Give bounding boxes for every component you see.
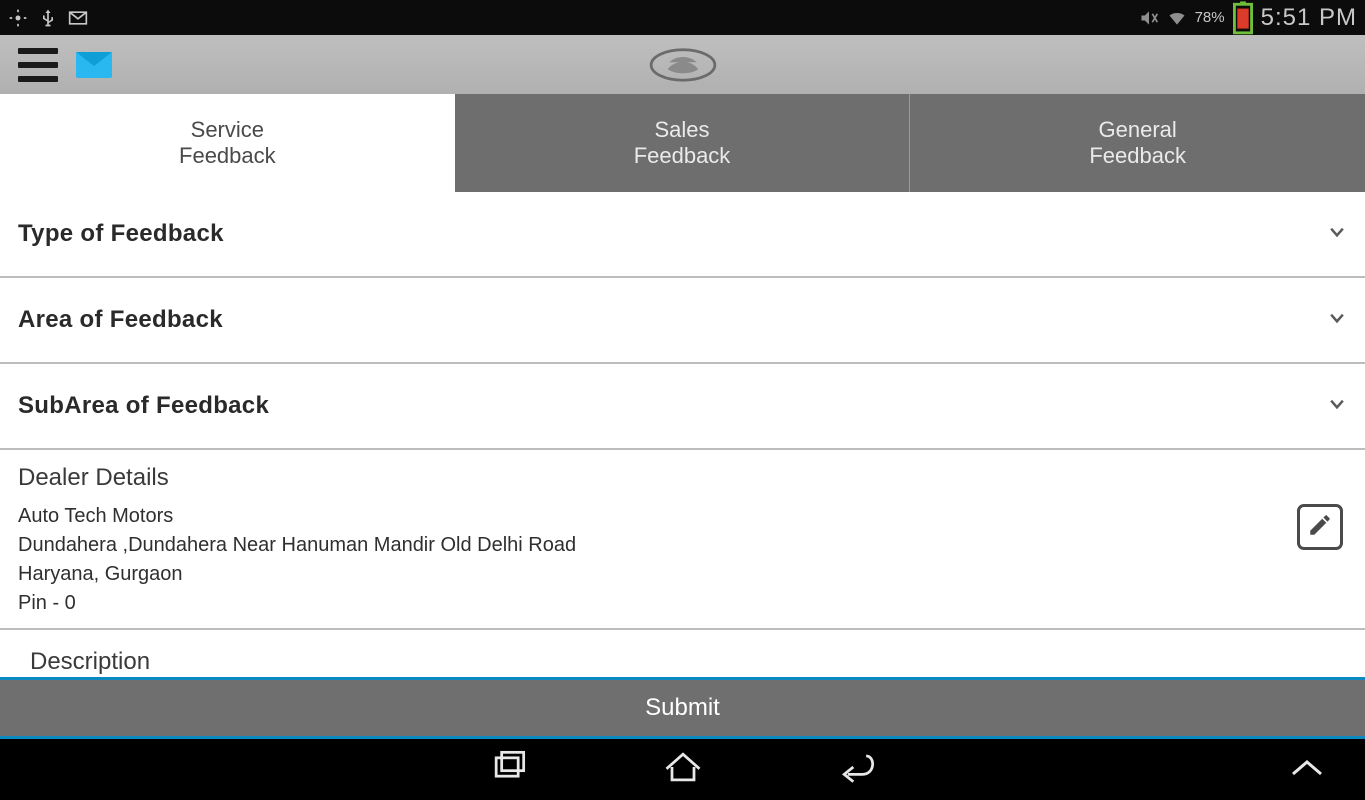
- status-left: [8, 8, 88, 28]
- feedback-tabs: Service Feedback Sales Feedback General …: [0, 94, 1365, 192]
- tab-label: General Feedback: [1089, 117, 1186, 170]
- back-button[interactable]: [835, 745, 879, 794]
- battery-icon: [1233, 8, 1253, 28]
- submit-label: Submit: [645, 694, 720, 722]
- pencil-icon: [1307, 512, 1333, 543]
- dealer-city-state: Haryana, Gurgaon: [18, 560, 1347, 589]
- dealer-details: Dealer Details Auto Tech Motors Dundaher…: [0, 450, 1365, 630]
- mail-status-icon: [68, 8, 88, 28]
- mute-icon: [1139, 8, 1159, 28]
- dealer-pin: Pin - 0: [18, 589, 1347, 618]
- submit-button[interactable]: Submit: [0, 677, 1365, 739]
- subarea-of-feedback-dropdown[interactable]: SubArea of Feedback: [0, 364, 1365, 450]
- tab-label: Service Feedback: [179, 117, 276, 170]
- android-status-bar: 78% 5:51 PM: [0, 0, 1365, 35]
- recent-apps-button[interactable]: [487, 745, 531, 794]
- home-button[interactable]: [661, 745, 705, 794]
- chevron-down-icon: [1327, 222, 1347, 247]
- wifi-icon: [1167, 8, 1187, 28]
- android-nav-bar: [0, 739, 1365, 800]
- dealer-address: Dundahera ,Dundahera Near Hanuman Mandir…: [18, 531, 1347, 560]
- messages-button[interactable]: [76, 52, 112, 78]
- dealer-details-title: Dealer Details: [18, 464, 1347, 492]
- chevron-down-icon: [1327, 308, 1347, 333]
- menu-button[interactable]: [18, 48, 58, 82]
- area-of-feedback-dropdown[interactable]: Area of Feedback: [0, 278, 1365, 364]
- edit-dealer-button[interactable]: [1297, 504, 1343, 550]
- form-content: Type of Feedback Area of Feedback SubAre…: [0, 192, 1365, 677]
- tab-sales-feedback[interactable]: Sales Feedback: [455, 94, 911, 192]
- tab-service-feedback[interactable]: Service Feedback: [0, 94, 455, 192]
- tab-general-feedback[interactable]: General Feedback: [910, 94, 1365, 192]
- clock: 5:51 PM: [1261, 4, 1357, 32]
- description-label: Description: [30, 648, 1335, 676]
- tab-label: Sales Feedback: [634, 117, 731, 170]
- nav-expand-button[interactable]: [1289, 756, 1325, 783]
- dropdown-label: Type of Feedback: [18, 220, 224, 248]
- status-right: 78% 5:51 PM: [1139, 4, 1357, 32]
- description-field[interactable]: Description: [0, 630, 1365, 677]
- app-toolbar: [0, 35, 1365, 94]
- dealer-name: Auto Tech Motors: [18, 502, 1347, 531]
- battery-pct: 78%: [1195, 9, 1225, 26]
- brand-logo: [648, 47, 718, 83]
- dropdown-label: SubArea of Feedback: [18, 392, 269, 420]
- usb-icon: [38, 8, 58, 28]
- gps-icon: [8, 8, 28, 28]
- dropdown-label: Area of Feedback: [18, 306, 223, 334]
- dealer-details-text: Auto Tech Motors Dundahera ,Dundahera Ne…: [18, 502, 1347, 618]
- chevron-down-icon: [1327, 394, 1347, 419]
- type-of-feedback-dropdown[interactable]: Type of Feedback: [0, 192, 1365, 278]
